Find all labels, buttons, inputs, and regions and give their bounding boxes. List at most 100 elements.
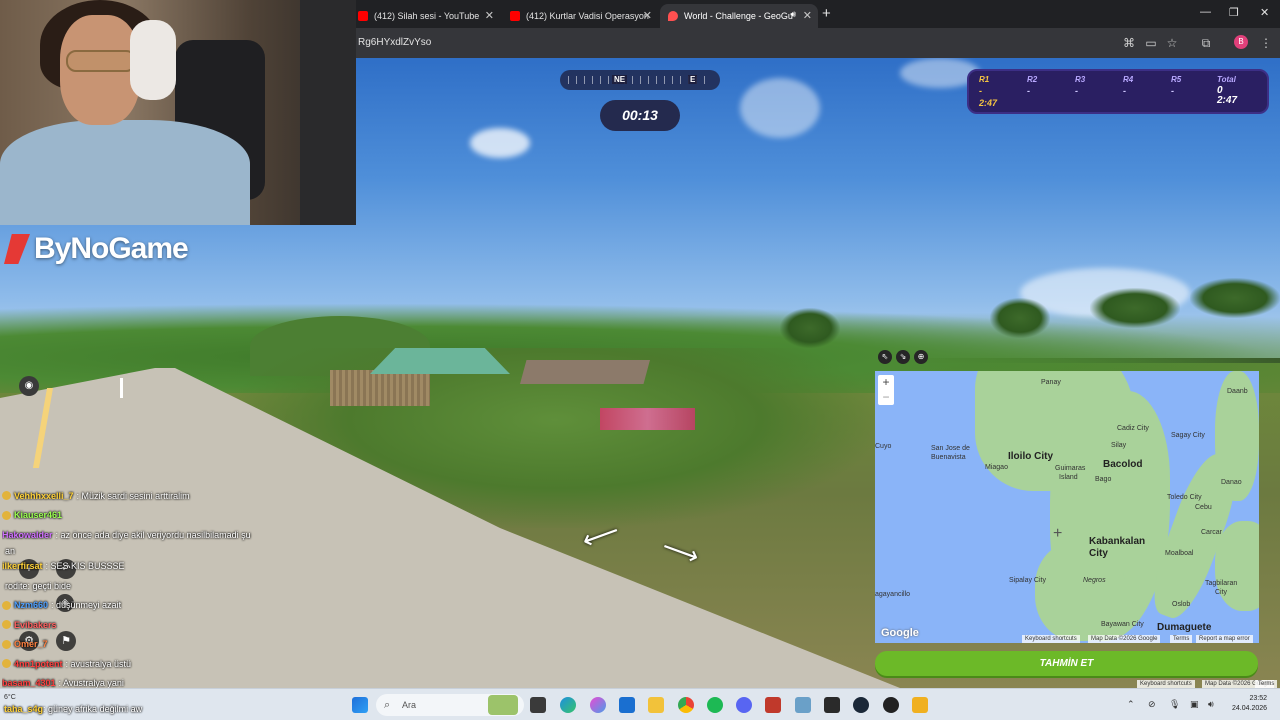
tab-youtube-kurtlar[interactable]: (412) Kurtlar Vadisi Operasyon ✕ — [502, 4, 658, 28]
map-data-attribution: Map Data ©2026 Google — [1088, 635, 1161, 643]
map-keyboard-shortcuts-link[interactable]: Keyboard shortcuts — [1022, 635, 1080, 643]
round-label: R1 — [979, 75, 990, 84]
chat-message: Evibakers — [2, 615, 302, 635]
map-label: Kabankalan — [1089, 536, 1146, 547]
tray-chevron-icon[interactable]: ⌃ — [1127, 699, 1135, 710]
badge-icon — [2, 639, 11, 649]
map-report-error-link[interactable]: Report a map error — [1196, 635, 1253, 643]
chat-text: : az önce ada diye akil veriyordu nasilb… — [55, 529, 251, 540]
round-value: - — [1075, 86, 1078, 96]
map-label: Negros — [1083, 577, 1106, 584]
copilot-icon[interactable] — [590, 697, 606, 713]
guess-button[interactable]: TAHMİN ET — [875, 651, 1258, 676]
chat-text: : Müzik sardi sesini arttiralim — [76, 490, 190, 501]
task-view-icon[interactable] — [530, 697, 546, 713]
tray-mic-icon[interactable]: 🎙︎ — [1169, 699, 1180, 710]
map-label: City — [1089, 548, 1108, 559]
minimize-button[interactable]: — — [1200, 6, 1211, 18]
palm-tree — [780, 308, 840, 348]
return-to-start-icon[interactable]: ◉ — [19, 376, 39, 396]
youtube-icon — [358, 11, 368, 21]
logo-mark-icon — [4, 234, 30, 264]
tray-wifi-icon[interactable]: ▣ — [1190, 699, 1199, 710]
round-label: R2 — [1027, 75, 1038, 84]
sv-terms-link[interactable]: Terms — [1255, 680, 1278, 688]
expand-map-icon[interactable]: ⇖ — [878, 350, 892, 364]
tab-geoguessr[interactable]: World - Challenge - GeoGu 🔊︎ ✕ — [660, 4, 818, 28]
tray-network-off-icon[interactable]: ⊘ — [1148, 699, 1156, 710]
new-tab-button[interactable]: + — [822, 5, 831, 22]
windows-taskbar: 6°C taha_s4g: güney afrika değilmi aw ⌕ A… — [0, 688, 1280, 720]
extensions-icon[interactable]: ⧉ — [1198, 35, 1214, 51]
chat-text: an — [5, 545, 16, 556]
translate-icon[interactable]: ⌘ — [1121, 35, 1137, 51]
zoom-out-button[interactable]: − — [878, 390, 894, 405]
taskbar-clock[interactable]: 23:52 24.04.2026 — [1232, 694, 1267, 714]
map-label: Danao — [1221, 479, 1242, 486]
close-icon[interactable]: ✕ — [643, 9, 652, 22]
cast-icon[interactable]: ▭ — [1143, 35, 1159, 51]
store-icon[interactable] — [619, 697, 635, 713]
app-icon-yellow[interactable] — [912, 697, 928, 713]
round-label: R5 — [1171, 75, 1182, 84]
close-icon[interactable]: ✕ — [803, 9, 812, 22]
menu-dots-icon[interactable]: ⋮ — [1258, 35, 1274, 51]
chat-text: : düşünmeyi azait — [51, 600, 122, 611]
round-value: - — [1171, 86, 1174, 96]
map-label: Dumaguete — [1157, 622, 1212, 633]
house-roof — [520, 360, 650, 384]
pin-map-icon[interactable]: ⊕ — [914, 350, 928, 364]
obs-icon[interactable] — [883, 697, 899, 713]
windows-start-icon[interactable] — [352, 697, 368, 713]
cloud — [740, 78, 820, 138]
chat-user: taha_s4g — [4, 704, 44, 714]
stream-logo: ByNoGame — [4, 232, 189, 266]
chat-message: Kiauser461 — [2, 506, 302, 526]
chat-message: Hakowalder: az önce ada diye akil veriyo… — [2, 525, 302, 545]
guess-map[interactable]: Panay Iloilo City Bacolod San Jose de Bu… — [875, 371, 1259, 643]
map-label: agayancillo — [875, 591, 911, 598]
chat-message: an — [2, 545, 302, 557]
chat-text: : güney afrika değilmi aw — [43, 704, 143, 714]
zoom-in-button[interactable]: + — [878, 375, 894, 390]
tab-youtube-silah[interactable]: (412) Silah sesi - YouTube ✕ — [350, 4, 500, 28]
restore-button[interactable]: ❐ — [1229, 6, 1239, 19]
tab-title: (412) Silah sesi - YouTube — [374, 11, 480, 21]
discord-icon[interactable] — [736, 697, 752, 713]
webcam-headphones — [130, 20, 176, 100]
map-label: City — [1215, 589, 1228, 596]
tab-title: World - Challenge - GeoGu — [684, 11, 793, 21]
shrink-map-icon[interactable]: ⇘ — [896, 350, 910, 364]
clock-time: 23:52 — [1249, 695, 1268, 702]
chat-message: Nzm660: düşünmeyi azait — [2, 596, 302, 616]
bookmark-star-icon[interactable]: ☆ — [1164, 35, 1180, 51]
round-timer: 00:13 — [600, 100, 680, 131]
round-2: R2 - — [1027, 75, 1067, 96]
widget-thumbnail-icon[interactable] — [488, 695, 518, 715]
round-1: R1-2:47 — [979, 75, 1019, 108]
map-size-controls: ⇖ ⇘ ⊕ — [878, 350, 928, 364]
chrome-icon[interactable] — [678, 697, 694, 713]
search-icon: ⌕ — [384, 699, 391, 711]
url-text[interactable]: Rg6HYxdlZvYso — [358, 37, 431, 48]
close-window-button[interactable]: ✕ — [1260, 6, 1269, 19]
chat-user: 4nn1potent — [14, 658, 63, 669]
campaign-banner — [600, 408, 695, 430]
app-icon-blue[interactable] — [795, 697, 811, 713]
map-label: Tagbilaran — [1205, 580, 1238, 587]
map-terms-link[interactable]: Terms — [1170, 635, 1193, 643]
steam-icon[interactable] — [853, 697, 869, 713]
badge-icon — [2, 491, 11, 501]
weather-widget[interactable]: 6°C — [4, 693, 16, 702]
edge-icon[interactable] — [560, 697, 576, 713]
profile-avatar[interactable]: B — [1234, 35, 1248, 49]
tray-volume-icon[interactable]: 🔊︎ — [1208, 699, 1214, 710]
file-explorer-icon[interactable] — [648, 697, 664, 713]
speaker-icon[interactable]: 🔊︎ — [790, 9, 796, 20]
epic-games-icon[interactable] — [824, 697, 840, 713]
google-logo: Google — [881, 627, 919, 639]
sv-keyboard-shortcuts-link[interactable]: Keyboard shortcuts — [1137, 680, 1195, 688]
close-icon[interactable]: ✕ — [485, 9, 494, 22]
spotify-icon[interactable] — [707, 697, 723, 713]
app-icon-red[interactable] — [765, 697, 781, 713]
